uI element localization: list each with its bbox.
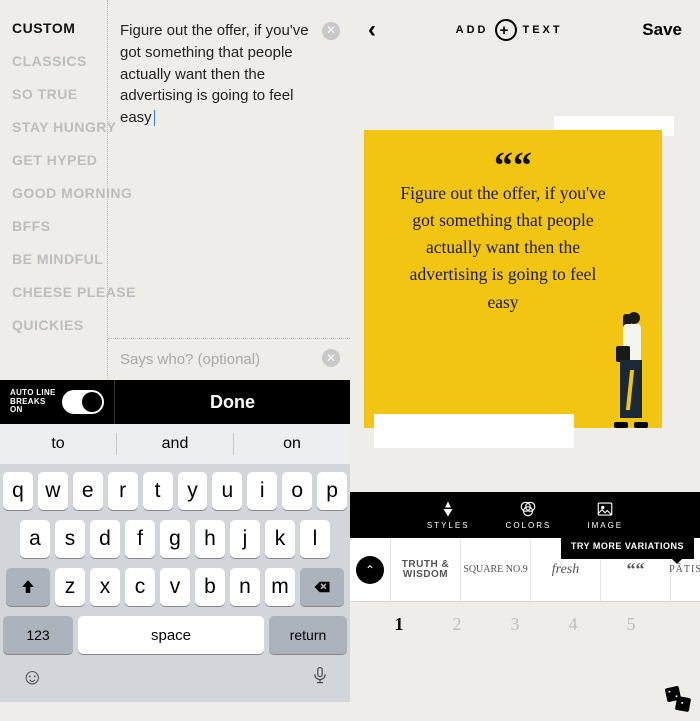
category-good-morning[interactable]: Good Morning: [12, 185, 107, 201]
style-thumbnails: ⌃ TRUTH & WISDOM SQUARE NO.9 fresh ““ PÂ…: [350, 538, 700, 602]
key-v[interactable]: v: [160, 568, 190, 606]
style-thumb-2[interactable]: SQUARE NO.9: [460, 538, 530, 601]
key-y[interactable]: y: [178, 472, 208, 510]
quote-text: Figure out the offer, if you've got some…: [394, 180, 612, 316]
add-text-button[interactable]: ADD + TEXT: [456, 19, 563, 41]
page-2[interactable]: 2: [453, 614, 462, 635]
tab-image[interactable]: IMAGE: [587, 500, 623, 530]
category-custom[interactable]: Custom: [12, 20, 107, 36]
key-j[interactable]: j: [230, 520, 260, 558]
done-button[interactable]: Done: [115, 392, 350, 413]
key-r[interactable]: r: [108, 472, 138, 510]
keyboard: q w e r t y u i o p a s d f g h j k l z: [0, 464, 350, 702]
key-f[interactable]: f: [125, 520, 155, 558]
key-g[interactable]: g: [160, 520, 190, 558]
suggestion-1[interactable]: to: [0, 435, 116, 453]
key-e[interactable]: e: [73, 472, 103, 510]
text-editor-panel: Custom Classics So True Stay Hungry Get …: [0, 0, 350, 721]
tab-colors[interactable]: COLORS: [506, 500, 552, 530]
return-key[interactable]: return: [269, 616, 347, 654]
key-o[interactable]: o: [282, 472, 312, 510]
key-m[interactable]: m: [265, 568, 295, 606]
page-indicator: 1 2 3 4 5: [350, 602, 700, 646]
auto-line-breaks-toggle[interactable]: [62, 390, 104, 414]
key-h[interactable]: h: [195, 520, 225, 558]
keyboard-suggestions: to and on: [0, 424, 350, 464]
category-classics[interactable]: Classics: [12, 53, 107, 69]
scroll-up-button[interactable]: ⌃: [356, 556, 384, 584]
category-list: Custom Classics So True Stay Hungry Get …: [0, 0, 108, 380]
key-l[interactable]: l: [300, 520, 330, 558]
space-key[interactable]: space: [78, 616, 264, 654]
shift-key[interactable]: [6, 568, 50, 606]
person-illustration: [610, 308, 656, 428]
key-i[interactable]: i: [247, 472, 277, 510]
category-be-mindful[interactable]: Be Mindful: [12, 251, 107, 267]
editor-tabs: STYLES COLORS IMAGE: [350, 492, 700, 538]
key-b[interactable]: b: [195, 568, 225, 606]
try-more-tooltip: TRY MORE VARIATIONS: [561, 533, 694, 559]
style-thumb-1[interactable]: TRUTH & WISDOM: [390, 538, 460, 601]
back-button[interactable]: ‹: [368, 16, 376, 44]
key-t[interactable]: t: [143, 472, 173, 510]
page-5[interactable]: 5: [627, 614, 636, 635]
design-canvas[interactable]: ““ Figure out the offer, if you've got s…: [364, 130, 662, 428]
page-1[interactable]: 1: [395, 614, 404, 635]
decorative-shape: [374, 414, 574, 448]
suggestion-2[interactable]: and: [117, 435, 233, 453]
plus-icon: +: [495, 19, 517, 41]
category-cheese-please[interactable]: Cheese Please: [12, 284, 107, 300]
clear-attribution-icon[interactable]: ✕: [322, 349, 340, 367]
key-z[interactable]: z: [55, 568, 85, 606]
key-x[interactable]: x: [90, 568, 120, 606]
save-button[interactable]: Save: [642, 20, 682, 40]
key-c[interactable]: c: [125, 568, 155, 606]
category-quickies[interactable]: Quickies: [12, 317, 107, 333]
page-4[interactable]: 4: [569, 614, 578, 635]
key-s[interactable]: s: [55, 520, 85, 558]
category-get-hyped[interactable]: Get Hyped: [12, 152, 107, 168]
design-preview-panel: ‹ ADD + TEXT Save ““ Figure out the offe…: [350, 0, 700, 721]
key-a[interactable]: a: [20, 520, 50, 558]
numeric-key[interactable]: 123: [3, 616, 73, 654]
attribution-input[interactable]: Says who? (optional) ✕: [108, 338, 350, 380]
tab-styles[interactable]: STYLES: [427, 500, 470, 530]
key-n[interactable]: n: [230, 568, 260, 606]
randomize-button[interactable]: [666, 687, 690, 711]
key-q[interactable]: q: [3, 472, 33, 510]
key-w[interactable]: w: [38, 472, 68, 510]
key-u[interactable]: u: [212, 472, 242, 510]
category-stay-hungry[interactable]: Stay Hungry: [12, 119, 107, 135]
emoji-icon[interactable]: ☺: [21, 664, 43, 692]
auto-line-breaks-label: AUTO LINE BREAKS ON: [10, 389, 56, 415]
key-k[interactable]: k: [265, 520, 295, 558]
backspace-key[interactable]: [300, 568, 344, 606]
key-d[interactable]: d: [90, 520, 120, 558]
key-p[interactable]: p: [317, 472, 347, 510]
page-3[interactable]: 3: [511, 614, 520, 635]
category-bffs[interactable]: BFFs: [12, 218, 107, 234]
suggestion-3[interactable]: on: [234, 435, 350, 453]
clear-text-icon[interactable]: ✕: [322, 22, 340, 40]
category-so-true[interactable]: So True: [12, 86, 107, 102]
main-text-input[interactable]: Figure out the offer, if you've got some…: [108, 0, 350, 338]
mic-icon[interactable]: [311, 664, 329, 692]
